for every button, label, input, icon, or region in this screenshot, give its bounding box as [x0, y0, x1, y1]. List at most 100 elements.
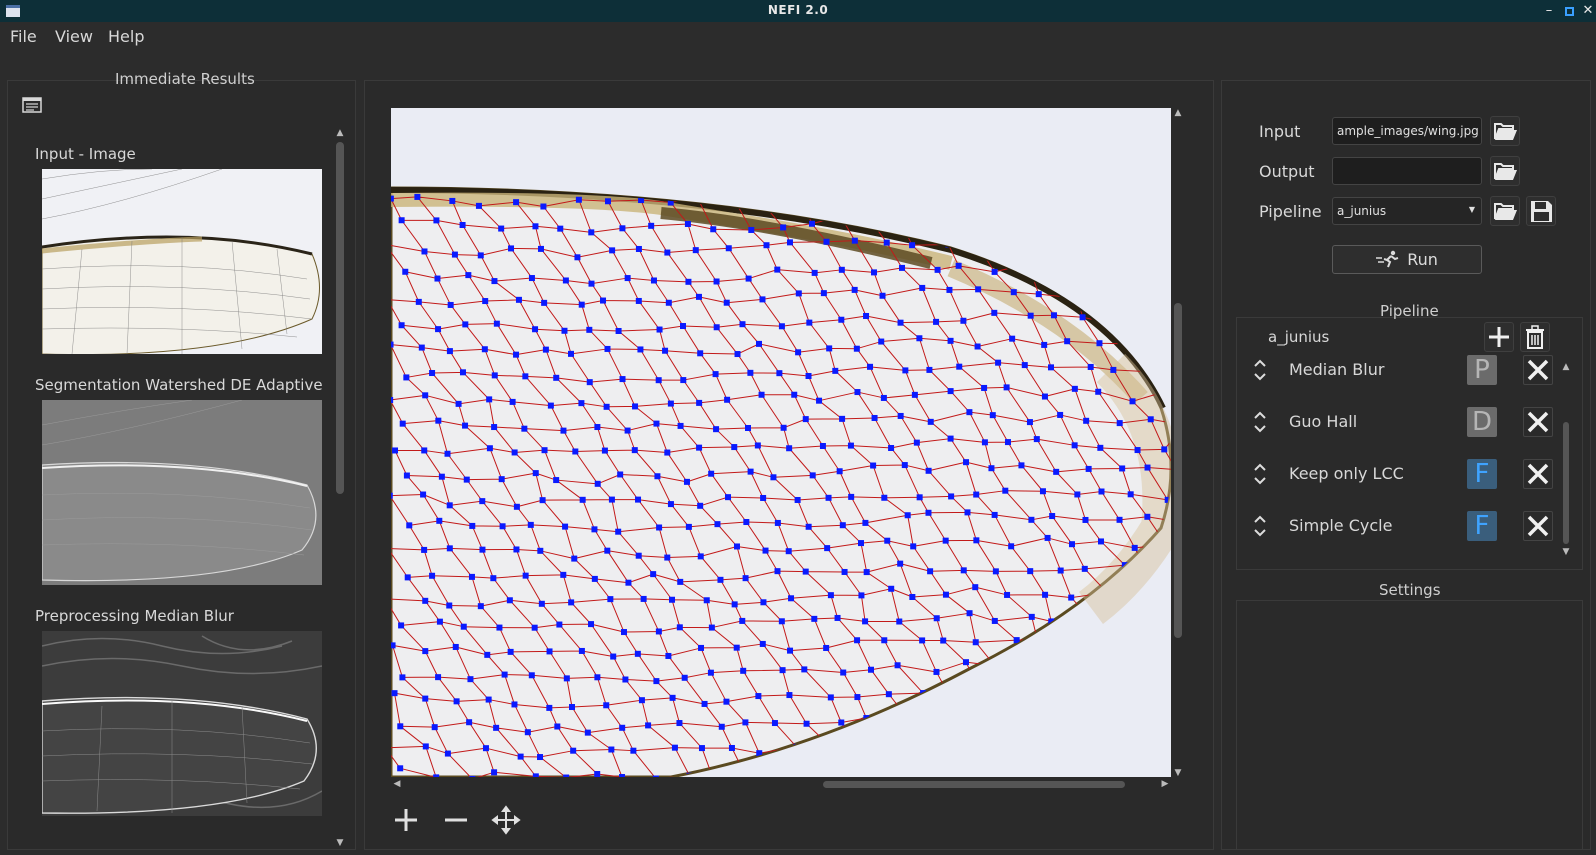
- graph-node: [556, 621, 563, 628]
- run-button[interactable]: Run: [1332, 245, 1482, 274]
- canvas-vscroll-handle[interactable]: [1174, 303, 1182, 638]
- graph-node: [1127, 491, 1134, 498]
- graph-node: [620, 629, 627, 636]
- canvas-scroll-up-icon[interactable]: ▲: [1173, 108, 1183, 118]
- graph-node: [840, 669, 847, 676]
- graph-node: [960, 567, 967, 574]
- scroll-down-icon[interactable]: ▼: [1561, 547, 1571, 557]
- step-name-simple-cycle[interactable]: Simple Cycle: [1289, 516, 1392, 535]
- scroll-up-icon[interactable]: ▲: [1561, 362, 1571, 372]
- thumb-median-blur[interactable]: [42, 631, 322, 816]
- graph-node: [919, 637, 926, 644]
- menu-file[interactable]: File: [10, 27, 37, 46]
- graph-node: [771, 720, 778, 727]
- scroll-down-icon[interactable]: ▼: [335, 838, 345, 848]
- pipeline-scrollbar[interactable]: ▲ ▼: [1561, 362, 1571, 557]
- graph-node: [858, 592, 865, 599]
- graph-node: [857, 540, 864, 547]
- graph-node: [591, 575, 598, 582]
- canvas-scroll-right-icon[interactable]: ▶: [1159, 779, 1171, 789]
- menu-view[interactable]: View: [55, 27, 93, 46]
- step-name-keep-only-lcc[interactable]: Keep only LCC: [1289, 464, 1404, 483]
- input-path-field[interactable]: ample_images/wing.jpg: [1332, 117, 1482, 145]
- graph-node: [420, 491, 427, 498]
- save-pipeline-button[interactable]: [1526, 196, 1556, 226]
- graph-node: [780, 224, 787, 231]
- open-pipeline-button[interactable]: [1490, 196, 1520, 226]
- graph-node: [956, 363, 963, 370]
- thumb-input-image[interactable]: [42, 169, 322, 354]
- graph-node: [871, 414, 878, 421]
- output-path-field[interactable]: [1332, 157, 1482, 185]
- canvas-scroll-left-icon[interactable]: ◀: [391, 779, 403, 789]
- reorder-arrows-icon[interactable]: [1252, 409, 1268, 435]
- results-scrollbar[interactable]: ▲ ▼: [335, 128, 345, 848]
- remove-step-button[interactable]: [1523, 511, 1553, 541]
- graph-node: [607, 596, 614, 603]
- remove-step-button[interactable]: [1523, 355, 1553, 385]
- maximize-icon[interactable]: [1561, 2, 1577, 20]
- graph-node: [707, 669, 714, 676]
- graph-node: [848, 493, 855, 500]
- reorder-arrows-icon[interactable]: [1252, 513, 1268, 539]
- pipeline-scroll-handle[interactable]: [1563, 422, 1569, 544]
- graph-node: [1050, 312, 1057, 319]
- graph-node: [728, 744, 735, 751]
- graph-node: [513, 199, 520, 206]
- graph-node: [594, 771, 601, 777]
- reorder-arrows-icon[interactable]: [1252, 461, 1268, 487]
- fit-view-icon[interactable]: [491, 805, 521, 835]
- open-input-button[interactable]: [1490, 116, 1520, 146]
- graph-node: [779, 667, 786, 674]
- graph-node: [568, 350, 575, 357]
- graph-node: [664, 554, 671, 561]
- graph-node: [630, 747, 637, 754]
- open-output-button[interactable]: [1490, 156, 1520, 186]
- canvas-vertical-scrollbar[interactable]: ▲ ▼: [1173, 108, 1183, 778]
- close-icon[interactable]: ✕: [1580, 2, 1596, 20]
- zoom-in-icon[interactable]: [391, 805, 421, 835]
- graph-node: [619, 724, 626, 731]
- graph-node: [942, 591, 949, 598]
- folder-open-icon: [1494, 203, 1517, 220]
- graph-node: [1144, 464, 1151, 471]
- results-scroll-handle[interactable]: [336, 142, 344, 494]
- graph-node: [615, 528, 622, 535]
- graph-node: [991, 268, 998, 275]
- graph-node: [541, 299, 548, 306]
- graph-node: [421, 546, 428, 553]
- image-canvas[interactable]: [391, 108, 1171, 777]
- canvas-horizontal-scrollbar[interactable]: ◀ ▶: [391, 779, 1171, 789]
- graph-node: [854, 637, 861, 644]
- graph-node: [481, 346, 488, 353]
- menu-help[interactable]: Help: [108, 27, 144, 46]
- zoom-out-icon[interactable]: [441, 805, 471, 835]
- output-label: Output: [1259, 162, 1315, 181]
- minimize-icon[interactable]: –: [1541, 2, 1557, 20]
- thumb-segmentation[interactable]: [42, 400, 322, 585]
- add-step-button[interactable]: [1484, 322, 1514, 352]
- graph-node: [760, 599, 767, 606]
- graph-node: [718, 723, 725, 730]
- graph-node: [863, 569, 870, 576]
- graph-node: [501, 671, 508, 678]
- graph-node: [594, 480, 601, 487]
- graph-node: [676, 624, 683, 631]
- graph-node: [739, 321, 746, 328]
- graph-node: [1095, 388, 1102, 395]
- remove-step-button[interactable]: [1523, 459, 1553, 489]
- delete-pipeline-button[interactable]: [1520, 322, 1550, 352]
- reorder-arrows-icon[interactable]: [1252, 357, 1268, 383]
- graph-node: [578, 400, 585, 407]
- step-name-guo-hall[interactable]: Guo Hall: [1289, 412, 1357, 431]
- remove-step-button[interactable]: [1523, 407, 1553, 437]
- pipeline-select[interactable]: a_junius ▼: [1332, 197, 1482, 225]
- graph-node: [677, 422, 684, 429]
- results-list-icon[interactable]: [22, 96, 42, 114]
- step-name-median-blur[interactable]: Median Blur: [1289, 360, 1384, 379]
- graph-node: [532, 470, 539, 477]
- graph-node: [774, 568, 781, 575]
- canvas-scroll-down-icon[interactable]: ▼: [1173, 768, 1183, 778]
- scroll-up-icon[interactable]: ▲: [335, 128, 345, 138]
- canvas-hscroll-handle[interactable]: [823, 781, 1125, 788]
